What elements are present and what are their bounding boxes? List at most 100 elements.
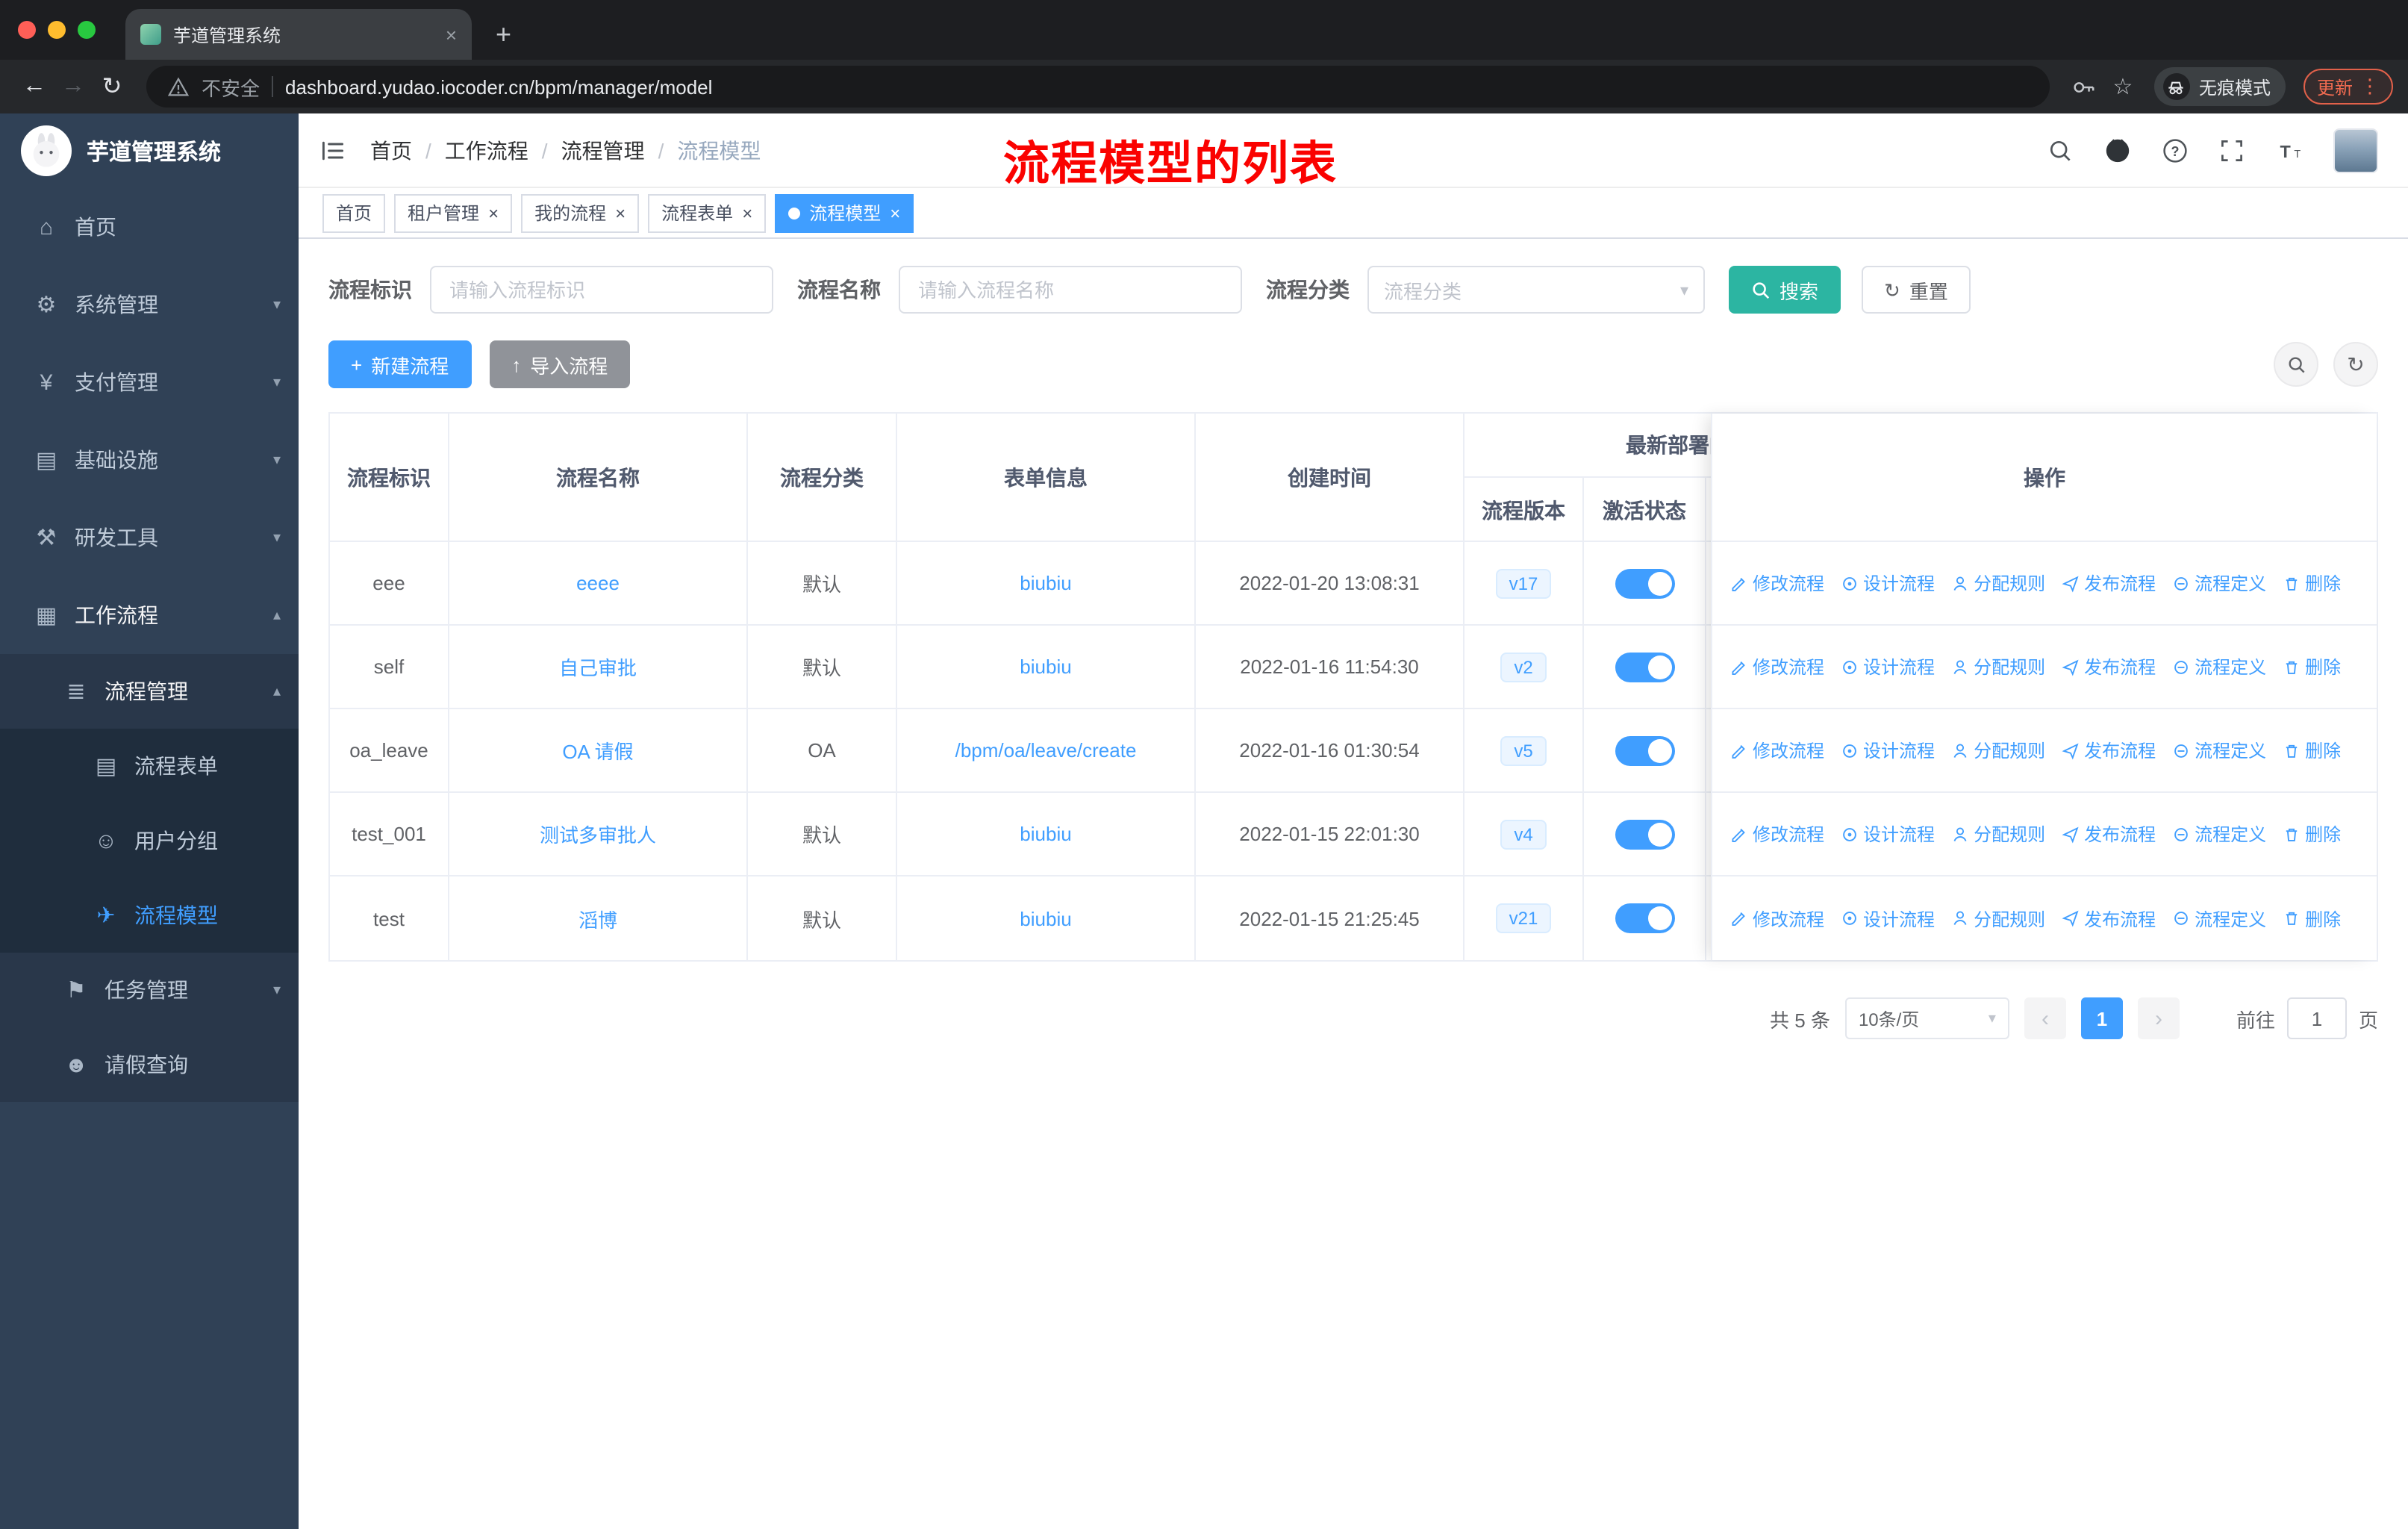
bookmark-star-icon[interactable]: ☆ <box>2103 67 2142 106</box>
close-icon[interactable]: × <box>742 202 752 223</box>
form-info-link[interactable]: /bpm/oa/leave/create <box>955 739 1137 762</box>
github-icon[interactable] <box>2103 136 2132 164</box>
user-avatar[interactable] <box>2333 128 2378 172</box>
flow-definition-link[interactable]: 流程定义 <box>2172 738 2266 763</box>
tag-my-process[interactable]: 我的流程 × <box>521 193 640 232</box>
publish-flow-link[interactable]: 发布流程 <box>2062 906 2156 931</box>
close-icon[interactable]: × <box>615 202 626 223</box>
form-info-link[interactable]: biubiu <box>1020 907 1071 929</box>
browser-update-button[interactable]: 更新 ⋮ <box>2303 69 2393 105</box>
browser-tab[interactable]: 芋道管理系统 × <box>125 9 472 60</box>
tag-home[interactable]: 首页 <box>322 193 386 232</box>
sidebar-item-payment[interactable]: ¥ 支付管理 ▾ <box>0 343 299 421</box>
sidebar-item-user-group[interactable]: ☺ 用户分组 <box>0 803 299 878</box>
model-name-link[interactable]: 滔博 <box>578 904 617 932</box>
design-flow-link[interactable]: 设计流程 <box>1841 570 1935 596</box>
font-size-icon[interactable]: TT <box>2275 137 2303 164</box>
import-flow-button[interactable]: ↑ 导入流程 <box>489 340 631 388</box>
reset-button[interactable]: ↻ 重置 <box>1862 266 1971 314</box>
modify-flow-link[interactable]: 修改流程 <box>1730 654 1824 679</box>
sidebar-item-process-management[interactable]: ≣ 流程管理 ▴ <box>0 654 299 729</box>
category-select[interactable]: 流程分类 ▾ <box>1367 266 1705 314</box>
sidebar-item-workflow[interactable]: ▦ 工作流程 ▴ <box>0 576 299 654</box>
page-1-button[interactable]: 1 <box>2080 997 2123 1039</box>
sidebar-item-process-model[interactable]: ✈ 流程模型 <box>0 878 299 953</box>
sidebar-item-devtools[interactable]: ⚒ 研发工具 ▾ <box>0 499 299 576</box>
publish-flow-link[interactable]: 发布流程 <box>2062 654 2156 679</box>
goto-page-input[interactable] <box>2286 997 2347 1039</box>
delete-link[interactable]: 删除 <box>2283 654 2341 679</box>
design-flow-link[interactable]: 设计流程 <box>1841 738 1935 763</box>
tag-process-model-active[interactable]: 流程模型 × <box>775 193 914 232</box>
sidebar-item-task-management[interactable]: ⚑ 任务管理 ▾ <box>0 953 299 1027</box>
design-flow-link[interactable]: 设计流程 <box>1841 906 1935 931</box>
form-info-link[interactable]: biubiu <box>1020 572 1071 594</box>
active-toggle[interactable] <box>1615 568 1674 598</box>
form-info-link[interactable]: biubiu <box>1020 655 1071 678</box>
breadcrumb-item[interactable]: 工作流程 <box>445 135 528 165</box>
modify-flow-link[interactable]: 修改流程 <box>1730 906 1824 931</box>
prev-page-button[interactable]: ‹ <box>2024 997 2066 1039</box>
active-toggle[interactable] <box>1615 652 1674 682</box>
publish-flow-link[interactable]: 发布流程 <box>2062 738 2156 763</box>
flow-definition-link[interactable]: 流程定义 <box>2172 906 2266 931</box>
next-page-button[interactable]: › <box>2137 997 2180 1039</box>
design-flow-link[interactable]: 设计流程 <box>1841 654 1935 679</box>
modify-flow-link[interactable]: 修改流程 <box>1730 570 1824 596</box>
forward-button[interactable]: → <box>54 67 93 106</box>
toggle-search-button[interactable] <box>2274 342 2318 387</box>
model-name-link[interactable]: 测试多审批人 <box>540 820 656 848</box>
delete-link[interactable]: 删除 <box>2283 821 2341 847</box>
sidebar-collapse-button[interactable] <box>319 137 346 164</box>
tag-tenant[interactable]: 租户管理 × <box>394 193 513 232</box>
page-size-select[interactable]: 10条/页 ▾ <box>1844 997 2009 1039</box>
name-input[interactable] <box>899 266 1242 314</box>
assign-rule-link[interactable]: 分配规则 <box>1951 570 2045 596</box>
help-icon[interactable]: ? <box>2162 137 2189 164</box>
form-info-link[interactable]: biubiu <box>1020 823 1071 845</box>
close-window-button[interactable] <box>18 21 36 39</box>
modify-flow-link[interactable]: 修改流程 <box>1730 821 1824 847</box>
delete-link[interactable]: 删除 <box>2283 570 2341 596</box>
assign-rule-link[interactable]: 分配规则 <box>1951 654 2045 679</box>
address-bar[interactable]: 不安全 dashboard.yudao.iocoder.cn/bpm/manag… <box>146 66 2050 108</box>
maximize-window-button[interactable] <box>78 21 96 39</box>
design-flow-link[interactable]: 设计流程 <box>1841 821 1935 847</box>
search-button[interactable]: 搜索 <box>1729 266 1841 314</box>
breadcrumb-item[interactable]: 流程管理 <box>561 135 645 165</box>
reload-button[interactable]: ↻ <box>93 67 131 106</box>
incognito-badge[interactable]: 无痕模式 <box>2153 67 2286 106</box>
assign-rule-link[interactable]: 分配规则 <box>1951 821 2045 847</box>
minimize-window-button[interactable] <box>48 21 66 39</box>
publish-flow-link[interactable]: 发布流程 <box>2062 821 2156 847</box>
close-icon[interactable]: × <box>488 202 499 223</box>
flow-definition-link[interactable]: 流程定义 <box>2172 654 2266 679</box>
publish-flow-link[interactable]: 发布流程 <box>2062 570 2156 596</box>
create-flow-button[interactable]: + 新建流程 <box>328 340 472 388</box>
sidebar-item-home[interactable]: ⌂ 首页 <box>0 188 299 266</box>
url-text[interactable]: dashboard.yudao.iocoder.cn/bpm/manager/m… <box>285 75 712 98</box>
model-name-link[interactable]: OA 请假 <box>562 736 633 764</box>
model-name-link[interactable]: 自己审批 <box>559 653 637 681</box>
flow-definition-link[interactable]: 流程定义 <box>2172 570 2266 596</box>
active-toggle[interactable] <box>1615 735 1674 765</box>
delete-link[interactable]: 删除 <box>2283 738 2341 763</box>
search-icon[interactable] <box>2047 137 2074 164</box>
password-key-icon[interactable] <box>2065 67 2103 106</box>
sidebar-item-infrastructure[interactable]: ▤ 基础设施 ▾ <box>0 421 299 499</box>
assign-rule-link[interactable]: 分配规则 <box>1951 738 2045 763</box>
active-toggle[interactable] <box>1615 903 1674 933</box>
tag-process-form[interactable]: 流程表单 × <box>648 193 767 232</box>
flow-definition-link[interactable]: 流程定义 <box>2172 821 2266 847</box>
assign-rule-link[interactable]: 分配规则 <box>1951 906 2045 931</box>
sidebar-item-process-form[interactable]: ▤ 流程表单 <box>0 729 299 803</box>
refresh-table-button[interactable]: ↻ <box>2333 342 2378 387</box>
back-button[interactable]: ← <box>15 67 54 106</box>
sidebar-item-system[interactable]: ⚙ 系统管理 ▾ <box>0 266 299 343</box>
tab-close-icon[interactable]: × <box>446 23 457 46</box>
close-icon[interactable]: × <box>890 202 900 223</box>
security-label[interactable]: 不安全 <box>202 72 260 101</box>
modify-flow-link[interactable]: 修改流程 <box>1730 738 1824 763</box>
model-name-link[interactable]: eeee <box>576 572 620 594</box>
sidebar-item-leave-query[interactable]: ☻ 请假查询 <box>0 1027 299 1102</box>
